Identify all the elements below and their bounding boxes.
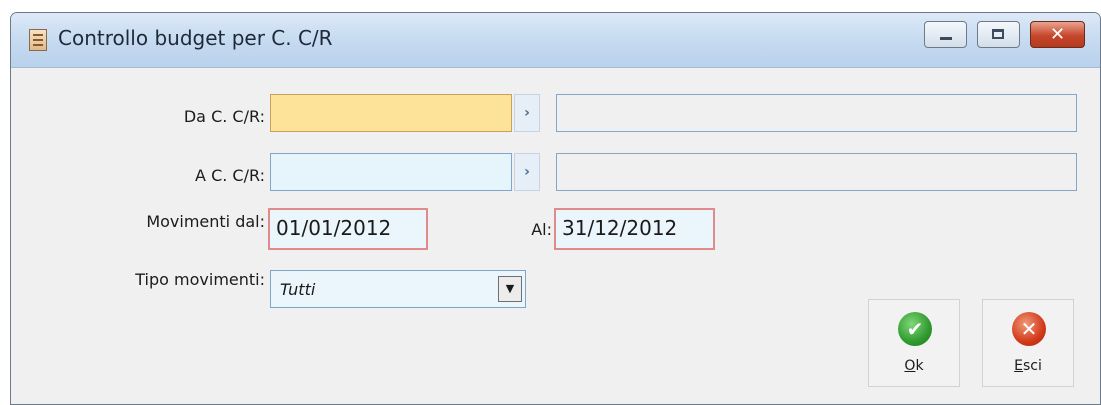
tipo-movimenti-select[interactable]: Tutti ▼ <box>270 270 526 308</box>
minimize-icon <box>940 37 952 40</box>
da-cc-label: Da C. C/R: <box>183 107 265 126</box>
a-cc-label: A C. C/R: <box>195 166 265 185</box>
a-cc-zoom-button[interactable]: › <box>514 153 540 191</box>
ok-button[interactable]: ✔ Ok <box>868 299 960 387</box>
tipo-movimenti-label: Tipo movimenti: <box>135 270 265 289</box>
ok-label: Ok <box>904 358 924 374</box>
maximize-button[interactable] <box>977 21 1020 48</box>
esci-label: Esci <box>1014 358 1042 374</box>
da-cc-description <box>556 94 1077 132</box>
title-bar[interactable]: Controllo budget per C. C/R ✕ <box>11 13 1100 68</box>
check-icon: ✔ <box>898 312 932 346</box>
chevron-down-icon[interactable]: ▼ <box>498 276 522 302</box>
a-cc-input[interactable] <box>270 153 512 191</box>
dialog-window: Controllo budget per C. C/R ✕ Da C. C/R:… <box>10 12 1101 405</box>
movimenti-dal-label: Movimenti dal: <box>146 212 265 231</box>
da-cc-input[interactable] <box>270 94 512 132</box>
document-icon <box>29 29 47 51</box>
close-icon: ✕ <box>1049 24 1066 45</box>
a-cc-description <box>556 153 1077 191</box>
x-circle-icon: ✕ <box>1012 312 1046 346</box>
al-input[interactable]: 31/12/2012 <box>554 208 715 250</box>
al-label: Al: <box>531 220 552 239</box>
minimize-button[interactable] <box>924 21 967 48</box>
maximize-icon <box>992 29 1004 39</box>
tipo-movimenti-value: Tutti <box>280 280 316 299</box>
da-cc-zoom-button[interactable]: › <box>514 94 540 132</box>
close-button[interactable]: ✕ <box>1030 21 1085 48</box>
movimenti-dal-input[interactable]: 01/01/2012 <box>268 208 428 250</box>
window-title: Controllo budget per C. C/R <box>58 26 333 50</box>
esci-button[interactable]: ✕ Esci <box>982 299 1074 387</box>
